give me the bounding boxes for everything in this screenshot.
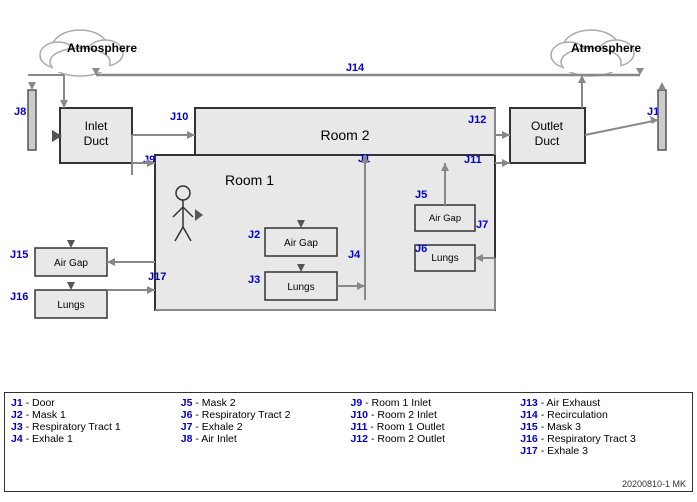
j6-label: J6: [415, 243, 427, 255]
legend-grid: J1 - Door J2 - Mask 1 J3 - Respiratory T…: [11, 397, 686, 457]
j7-label: J7: [476, 219, 488, 231]
legend-j1: J1 - Door: [11, 397, 177, 409]
version-text: 20200810-1 MK: [622, 479, 686, 489]
j8-label: J8: [14, 106, 26, 118]
legend-j16: J16 - Respiratory Tract 3: [520, 433, 686, 445]
j12-label: J12: [468, 114, 486, 126]
legend-col1: J1 - Door J2 - Mask 1 J3 - Respiratory T…: [11, 397, 177, 457]
legend-j14: J14 - Recirculation: [520, 409, 686, 421]
legend-col2: J5 - Mask 2 J6 - Respiratory Tract 2 J7 …: [181, 397, 347, 457]
cloud-left: Atmosphere: [40, 30, 137, 76]
cloud-right: Atmosphere: [551, 30, 641, 76]
legend-j11: J11 - Room 1 Outlet: [351, 421, 517, 433]
atmosphere-right-label: Atmosphere: [571, 41, 641, 55]
room2-label: Room 2: [320, 127, 369, 143]
outlet-duct-label: Outlet: [531, 119, 564, 133]
legend-j9: J9 - Room 1 Inlet: [351, 397, 517, 409]
diagram: Atmosphere Atmosphere J14 J8 J13 Inlet D…: [0, 0, 697, 390]
j2-label: J2: [248, 229, 260, 241]
legend-j7: J7 - Exhale 2: [181, 421, 347, 433]
airgap-center-label: Air Gap: [284, 238, 318, 249]
legend-j8: J8 - Air Inlet: [181, 433, 347, 445]
inlet-duct-label: Inlet: [85, 119, 108, 133]
lungs-right-label: Lungs: [431, 253, 458, 264]
legend-j13: J13 - Air Exhaust: [520, 397, 686, 409]
legend-j12: J12 - Room 2 Outlet: [351, 433, 517, 445]
j10-label: J10: [170, 111, 188, 123]
airgap-left-label: Air Gap: [54, 258, 88, 269]
outlet-duct-label2: Duct: [535, 134, 560, 148]
j17-label: J17: [148, 271, 166, 283]
j14-label: J14: [346, 62, 365, 74]
legend-j2: J2 - Mask 1: [11, 409, 177, 421]
airgap-right-label: Air Gap: [429, 213, 461, 224]
j3-label: J3: [248, 274, 260, 286]
legend-j3: J3 - Respiratory Tract 1: [11, 421, 177, 433]
lungs-center-label: Lungs: [287, 282, 314, 293]
legend-col3: J9 - Room 1 Inlet J10 - Room 2 Inlet J11…: [351, 397, 517, 457]
j5-label: J5: [415, 189, 427, 201]
legend-j17: J17 - Exhale 3: [520, 445, 686, 457]
inlet-duct-label2: Duct: [84, 134, 109, 148]
j4-label: J4: [348, 249, 361, 261]
legend-j5: J5 - Mask 2: [181, 397, 347, 409]
legend-j15: J15 - Mask 3: [520, 421, 686, 433]
legend-j10: J10 - Room 2 Inlet: [351, 409, 517, 421]
j16-label: J16: [10, 291, 28, 303]
legend-j4: J4 - Exhale 1: [11, 433, 177, 445]
j15-label: J15: [10, 249, 28, 261]
room1-label: Room 1: [225, 172, 274, 188]
lungs-left-label: Lungs: [57, 300, 84, 311]
legend-j6: J6 - Respiratory Tract 2: [181, 409, 347, 421]
legend-col4: J13 - Air Exhaust J14 - Recirculation J1…: [520, 397, 686, 457]
legend: J1 - Door J2 - Mask 1 J3 - Respiratory T…: [4, 392, 693, 492]
atmosphere-left-label: Atmosphere: [67, 41, 137, 55]
j11-label: J11: [464, 154, 482, 166]
